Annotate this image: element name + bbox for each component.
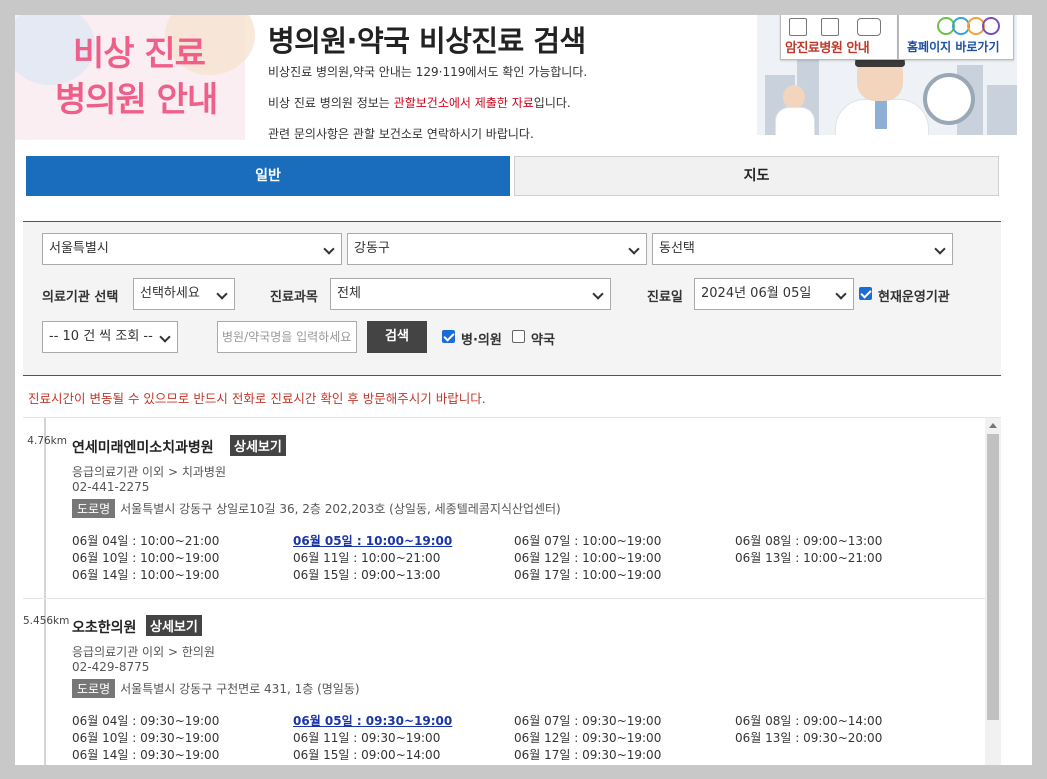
dong-select[interactable]: 동선택 (652, 233, 953, 265)
search-filter-panel: 서울특별시 강동구 동선택 의료기관 선택 선택하세요 진료과목 전체 진료일 … (23, 221, 1001, 376)
hours-item: 06월 13일 : 09:30~20:00 (735, 731, 883, 745)
institution-label: 의료기관 선택 (42, 290, 119, 305)
hospital-name[interactable]: 오초한의원 (72, 617, 136, 637)
hours-item: 06월 15일 : 09:00~14:00 (293, 748, 441, 762)
clock-icon (923, 73, 975, 125)
page-title: 병의원·약국 비상진료 검색 (268, 24, 586, 58)
divider (23, 598, 985, 599)
phone: 02-429-8775 (72, 660, 150, 674)
logo-line2: 병의원 안내 (55, 80, 218, 120)
detail-button[interactable]: 상세보기 (146, 615, 202, 636)
browser-window: 비상 진료 병의원 안내 병의원·약국 비상진료 검색 비상진료 병의원,약국 … (15, 15, 1032, 765)
hours-item-today[interactable]: 06월 05일 : 09:30~19:00 (293, 712, 452, 729)
info-line-3: 관련 문의사항은 관할 보건소로 연락하시기 바랍니다. (268, 127, 534, 141)
date-label: 진료일 (647, 290, 683, 305)
tab-map[interactable]: 지도 (514, 156, 999, 196)
scroll-up-icon[interactable] (989, 423, 997, 428)
address-line: 도로명 서울특별시 강동구 상일로10길 36, 2층 202,203호 (상일동… (72, 499, 561, 518)
hours-item: 06월 12일 : 10:00~19:00 (514, 551, 662, 565)
homepage-banner[interactable]: 홈페이지 바로가기 (898, 15, 1014, 60)
department-label: 진료과목 (270, 290, 318, 305)
distance: 4.76km (27, 435, 67, 447)
hours-item: 06월 17일 : 09:30~19:00 (514, 748, 662, 762)
result-list: 4.76km 연세미래엔미소치과병원 상세보기 응급의료기관 이외 > 치과병원… (23, 417, 1001, 765)
address: 서울특별시 강동구 상일로10길 36, 2층 202,203호 (상일동, 세… (120, 502, 561, 516)
hours-item: 06월 14일 : 10:00~19:00 (72, 568, 220, 582)
search-button[interactable]: 검색 (367, 321, 427, 353)
tab-general[interactable]: 일반 (26, 156, 510, 196)
hospital-label: 병·의원 (461, 333, 502, 348)
pharmacy-label: 약국 (531, 333, 555, 348)
distance: 5.456km (23, 615, 70, 627)
category: 응급의료기관 이외 > 치과병원 (72, 465, 226, 479)
operating-label: 현재운영기관 (878, 290, 950, 305)
cancer-hospital-label: 암진료병원 안내 (785, 41, 870, 56)
homepage-label: 홈페이지 바로가기 (907, 40, 1000, 54)
district-select[interactable]: 강동구 (347, 233, 647, 265)
list-scrollbar[interactable] (985, 418, 1001, 765)
road-badge: 도로명 (72, 679, 116, 698)
header-logo: 비상 진료 병의원 안내 (15, 15, 255, 140)
hours-item: 06월 13일 : 10:00~21:00 (735, 551, 883, 565)
hours-item: 06월 04일 : 10:00~21:00 (72, 534, 220, 548)
address: 서울특별시 강동구 구천면로 431, 1층 (명일동) (120, 682, 360, 696)
count-select[interactable]: -- 10 건 씩 조회 -- (42, 321, 178, 353)
hours-item: 06월 08일 : 09:00~14:00 (735, 714, 883, 728)
hours-item: 06월 15일 : 09:00~13:00 (293, 568, 441, 582)
doctor-icon (783, 85, 805, 109)
search-input[interactable]: 병원/약국명을 입력하세요 (217, 321, 357, 353)
info-line-2: 비상 진료 병의원 정보는 관할보건소에서 제출한 자료입니다. (268, 94, 571, 111)
institution-select[interactable]: 선택하세요 (133, 278, 235, 310)
department-select[interactable]: 전체 (330, 278, 611, 310)
hospital-icon (789, 18, 807, 36)
hours-item: 06월 08일 : 09:00~13:00 (735, 534, 883, 548)
cancer-hospital-banner[interactable]: 암진료병원 안내 (780, 15, 898, 60)
hours-item-today[interactable]: 06월 05일 : 10:00~19:00 (293, 532, 452, 549)
hours-item: 06월 04일 : 09:30~19:00 (72, 714, 220, 728)
category: 응급의료기관 이외 > 한의원 (72, 645, 215, 659)
timeline-line (44, 418, 46, 765)
hours-item: 06월 17일 : 10:00~19:00 (514, 568, 662, 582)
hours-item: 06월 10일 : 09:30~19:00 (72, 731, 220, 745)
pharmacy-icon (821, 18, 839, 36)
scrollbar-thumb[interactable] (987, 434, 999, 720)
info2-prefix: 비상 진료 병의원 정보는 (268, 96, 394, 110)
info-line-1: 비상진료 병의원,약국 안내는 129·119에서도 확인 가능합니다. (268, 65, 588, 79)
logo-line1: 비상 진료 (73, 34, 206, 74)
notice-text: 진료시간이 변동될 수 있으므로 반드시 전화로 진료시간 확인 후 방문해주시… (28, 391, 486, 406)
hours-item: 06월 07일 : 10:00~19:00 (514, 534, 662, 548)
date-select[interactable]: 2024년 06월 05일 (694, 278, 854, 310)
hours-item: 06월 14일 : 09:30~19:00 (72, 748, 220, 762)
info2-highlight: 관할보건소에서 제출한 자료 (393, 96, 534, 110)
address-line: 도로명 서울특별시 강동구 구천면로 431, 1층 (명일동) (72, 679, 360, 698)
hours-item: 06월 11일 : 10:00~21:00 (293, 551, 441, 565)
hospital-name[interactable]: 연세미래엔미소치과병원 (72, 437, 214, 457)
ambulance-icon (857, 18, 881, 36)
detail-button[interactable]: 상세보기 (230, 435, 286, 456)
hours-item: 06월 11일 : 09:30~19:00 (293, 731, 441, 745)
hours-item: 06월 07일 : 09:30~19:00 (514, 714, 662, 728)
hospital-checkbox[interactable] (442, 330, 455, 343)
operating-checkbox[interactable] (859, 287, 872, 300)
hours-item: 06월 10일 : 10:00~19:00 (72, 551, 220, 565)
road-badge: 도로명 (72, 499, 116, 518)
info2-suffix: 입니다. (533, 96, 571, 110)
phone: 02-441-2275 (72, 480, 150, 494)
city-select[interactable]: 서울특별시 (42, 233, 342, 265)
pharmacy-checkbox[interactable] (512, 330, 525, 343)
hours-item: 06월 12일 : 09:30~19:00 (514, 731, 662, 745)
egen-logo-icon (937, 17, 1000, 39)
